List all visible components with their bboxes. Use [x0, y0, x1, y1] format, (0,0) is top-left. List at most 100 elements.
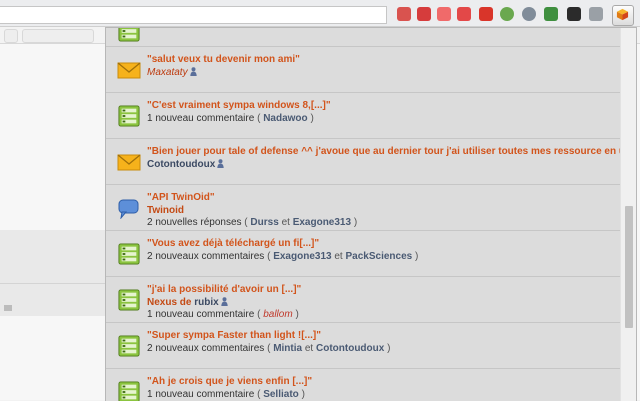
- notification-count-text: 2 nouveaux commentaires: [147, 251, 264, 262]
- extension-green-icon[interactable]: [500, 7, 514, 21]
- thread-icon: [118, 243, 140, 265]
- open-paren: (: [257, 309, 260, 320]
- notification-item[interactable]: "j'ai la possibilité d'avoir un [...]" Ne…: [106, 277, 620, 323]
- close-paren: ): [387, 343, 390, 354]
- close-paren: ): [295, 309, 298, 320]
- user-icon: [217, 159, 224, 168]
- thread-icon: [118, 105, 140, 127]
- notification-text: "Ah je crois que je viens enfin [...]" 1 …: [147, 376, 616, 401]
- notification-group[interactable]: Nexus de: [147, 297, 191, 308]
- popup-scrollbar[interactable]: [620, 28, 637, 401]
- participant-name[interactable]: ballom: [263, 309, 292, 320]
- notification-count: 1 nouveau commentaire ( Nadawoo ): [147, 113, 616, 126]
- notifications-popup: "salut veux tu devenir mon ami"Maxataty"…: [105, 27, 637, 401]
- scrollbar-thumb[interactable]: [625, 206, 633, 328]
- notification-count-text: 2 nouvelles réponses: [147, 217, 242, 228]
- notification-author[interactable]: Cotontoudoux: [147, 159, 215, 170]
- participant-name[interactable]: PackSciences: [345, 251, 412, 262]
- notification-text: "j'ai la possibilité d'avoir un [...]" Ne…: [147, 284, 616, 322]
- notification-title[interactable]: "j'ai la possibilité d'avoir un [...]": [147, 284, 301, 295]
- notification-item[interactable]: "Super sympa Faster than light ![...]" 2 …: [106, 323, 620, 369]
- notification-text: "API TwinOid" Twinoid2 nouvelles réponses…: [147, 192, 616, 230]
- and-label: et: [334, 251, 342, 262]
- page-background-divider: [0, 283, 110, 284]
- notification-title[interactable]: "API TwinOid": [147, 192, 215, 203]
- notification-item[interactable]: "API TwinOid" Twinoid2 nouvelles réponses…: [106, 185, 620, 231]
- extension-red3-icon[interactable]: [457, 7, 471, 21]
- notification-text: "C'est vraiment sympa windows 8,[...]" 1 …: [147, 100, 616, 125]
- notification-group[interactable]: Twinoid: [147, 205, 184, 216]
- notifications-extension-button[interactable]: [612, 5, 634, 26]
- notification-title[interactable]: "Super sympa Faster than light ![...]": [147, 330, 321, 341]
- close-paren: ): [302, 389, 305, 400]
- notification-item[interactable]: "Bien jouer pour tale of defense ^^ j'av…: [106, 139, 620, 185]
- envelope-icon: [117, 60, 141, 81]
- notification-text: "Vous avez déjà téléchargé un fi[...]" 2 …: [147, 238, 616, 263]
- open-paren: (: [267, 251, 270, 262]
- extension-pink-icon[interactable]: [437, 7, 451, 21]
- user-icon: [221, 297, 228, 306]
- open-paren: (: [257, 389, 260, 400]
- open-paren: (: [257, 113, 260, 124]
- and-label: et: [305, 343, 313, 354]
- close-paren: ): [310, 113, 313, 124]
- extension-black-icon[interactable]: [567, 7, 581, 21]
- notification-count: 2 nouveaux commentaires ( Exagone313 et …: [147, 251, 616, 264]
- notification-text: "Bien jouer pour tale of defense ^^ j'av…: [147, 146, 616, 171]
- envelope-icon: [117, 152, 141, 173]
- participant-name[interactable]: Exagone313: [273, 251, 331, 262]
- notification-title[interactable]: "C'est vraiment sympa windows 8,[...]": [147, 100, 331, 111]
- notification-text: "Super sympa Faster than light ![...]" 2 …: [147, 330, 616, 355]
- extension-swirl-icon[interactable]: [479, 7, 493, 21]
- notification-count-text: 1 nouveau commentaire: [147, 389, 254, 400]
- notification-count-text: 2 nouveaux commentaires: [147, 343, 264, 354]
- notification-title[interactable]: "Bien jouer pour tale of defense ^^ j'av…: [147, 146, 637, 157]
- open-paren: (: [267, 343, 270, 354]
- thread-icon: [118, 27, 140, 42]
- notification-count: 2 nouvelles réponses ( Durss et Exagone3…: [147, 217, 616, 230]
- notifications-list: "salut veux tu devenir mon ami"Maxataty"…: [106, 28, 620, 401]
- participant-name[interactable]: Nadawoo: [263, 113, 307, 124]
- participant-name[interactable]: Mintia: [273, 343, 302, 354]
- notification-count-text: 1 nouveau commentaire: [147, 113, 254, 124]
- close-paren: ): [354, 217, 357, 228]
- address-bar[interactable]: [0, 6, 387, 24]
- close-paren: ): [415, 251, 418, 262]
- bookmark-item[interactable]: [22, 29, 94, 43]
- thread-icon: [118, 381, 140, 401]
- notification-item[interactable]: "C'est vraiment sympa windows 8,[...]" 1 …: [106, 93, 620, 139]
- notification-author[interactable]: Maxataty: [147, 67, 188, 78]
- notification-item[interactable]: "Vous avez déjà téléchargé un fi[...]" 2 …: [106, 231, 620, 277]
- notification-count: 1 nouveau commentaire ( ballom ): [147, 309, 616, 322]
- page-background-text: [4, 305, 12, 311]
- bookmark-item[interactable]: [4, 29, 18, 43]
- thread-icon: [118, 335, 140, 357]
- notification-item[interactable]: [106, 28, 620, 47]
- thread-icon: [118, 289, 140, 311]
- extension-dark-green-icon[interactable]: [544, 7, 558, 21]
- participant-name[interactable]: Exagone313: [293, 217, 351, 228]
- browser-toolbar: [0, 0, 640, 27]
- notification-title[interactable]: "salut veux tu devenir mon ami": [147, 54, 300, 65]
- open-paren: (: [244, 217, 247, 228]
- extension-red2-icon[interactable]: [417, 7, 431, 21]
- notification-count-text: 1 nouveau commentaire: [147, 309, 254, 320]
- participant-name[interactable]: Selliato: [263, 389, 299, 400]
- participant-name[interactable]: Cotontoudoux: [316, 343, 384, 354]
- notification-title[interactable]: "Ah je crois que je viens enfin [...]": [147, 376, 312, 387]
- page-background-panel: [0, 230, 110, 316]
- notification-text: "salut veux tu devenir mon ami" Maxataty: [147, 54, 616, 79]
- notification-item[interactable]: "salut veux tu devenir mon ami" Maxataty: [106, 47, 620, 93]
- extension-red-icon[interactable]: [397, 7, 411, 21]
- speech-bubble-icon: [117, 198, 141, 219]
- notification-count: 2 nouveaux commentaires ( Mintia et Coto…: [147, 343, 616, 356]
- extension-grey-icon[interactable]: [522, 7, 536, 21]
- notification-count: 1 nouveau commentaire ( Selliato ): [147, 389, 616, 401]
- notification-item[interactable]: "Ah je crois que je viens enfin [...]" 1 …: [106, 369, 620, 401]
- extension-grey2-icon[interactable]: [589, 7, 603, 21]
- notification-title[interactable]: "Vous avez déjà téléchargé un fi[...]": [147, 238, 319, 249]
- notification-author[interactable]: rubix: [194, 297, 218, 308]
- participant-name[interactable]: Durss: [250, 217, 278, 228]
- package-cube-icon: [616, 8, 629, 21]
- and-label: et: [282, 217, 290, 228]
